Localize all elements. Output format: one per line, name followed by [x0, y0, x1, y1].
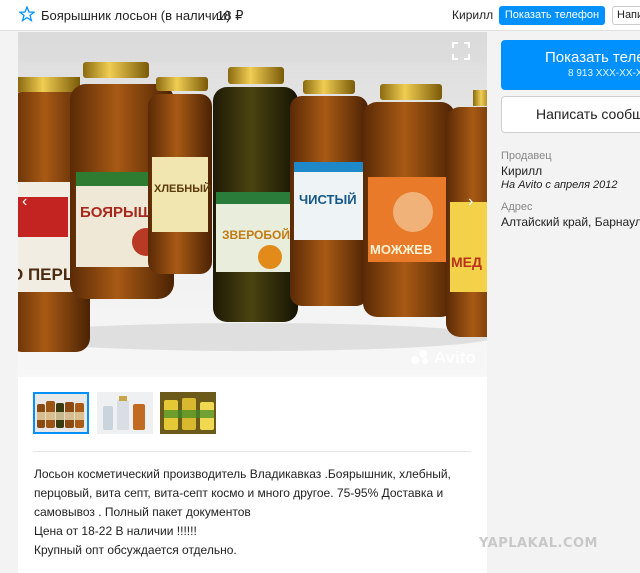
avito-logo-icon [411, 350, 428, 364]
write-message-button-small[interactable]: Написать [612, 6, 640, 25]
description-line: перцовый, вита септ, вита-септ космо и м… [34, 486, 444, 500]
seller-label: Продавец [501, 150, 552, 162]
divider [33, 451, 471, 452]
seller-name[interactable]: Кирилл [501, 164, 542, 178]
watermark-text: Avito [434, 348, 476, 367]
listing-description: Лосьон косметический производитель Влади… [34, 465, 474, 560]
address-value: Алтайский край, Барнаул [501, 215, 640, 229]
svg-text:ЗВЕРОБОЙ: ЗВЕРОБОЙ [222, 227, 290, 242]
svg-text:МОЖЖЕВ: МОЖЖЕВ [370, 242, 432, 257]
product-photo: О ПЕРЦА БОЯРЫШНИК ХЛЕБНЫЙ ЗВЕРОБОЙ [18, 32, 487, 352]
description-line: Крупный опт обсуждается отдельно. [34, 543, 237, 557]
write-message-button[interactable]: Написать сообщ [501, 96, 640, 133]
seller-since: На Avito с апреля 2012 [501, 179, 618, 191]
listing-card: О ПЕРЦА БОЯРЫШНИК ХЛЕБНЫЙ ЗВЕРОБОЙ [18, 32, 487, 573]
thumbnail-2[interactable] [97, 392, 153, 434]
svg-text:ХЛЕБНЫЙ: ХЛЕБНЫЙ [154, 182, 211, 195]
masked-phone: 8 913 XXX-XX-X [568, 68, 640, 79]
show-phone-label: Показать теле [545, 49, 640, 66]
show-phone-button[interactable]: Показать теле 8 913 XXX-XX-X [501, 40, 640, 90]
thumbnail-3[interactable] [160, 392, 216, 434]
address-label: Адрес [501, 201, 533, 213]
svg-text:ЧИСТЫЙ: ЧИСТЫЙ [299, 192, 357, 207]
site-watermark: YAPLAKAL.COM [479, 536, 598, 551]
gallery-next-arrow-icon[interactable]: › [468, 192, 482, 212]
description-line: Лосьон косметический производитель Влади… [34, 467, 451, 481]
photo-gallery[interactable]: О ПЕРЦА БОЯРЫШНИК ХЛЕБНЫЙ ЗВЕРОБОЙ [18, 32, 487, 377]
sticky-header: Боярышник лосьон (в наличии) 18 ₽ Кирилл… [0, 0, 640, 31]
svg-text:МЕД: МЕД [451, 254, 482, 270]
gallery-prev-arrow-icon[interactable]: ‹ [22, 192, 36, 212]
fullscreen-icon[interactable] [452, 42, 470, 60]
show-phone-button-small[interactable]: Показать телефон [499, 6, 605, 25]
favorite-star-icon[interactable] [19, 6, 35, 22]
seller-name-link[interactable]: Кирилл [452, 8, 493, 22]
avito-watermark: Avito [410, 348, 476, 370]
thumbnail-1[interactable] [33, 392, 89, 434]
description-line: самовывоз . Полный пакет документов [34, 505, 251, 519]
listing-title: Боярышник лосьон (в наличии) [41, 8, 231, 23]
listing-price: 18 ₽ [217, 8, 244, 23]
description-line: Цена от 18-22 В наличии !!!!!! [34, 524, 197, 538]
